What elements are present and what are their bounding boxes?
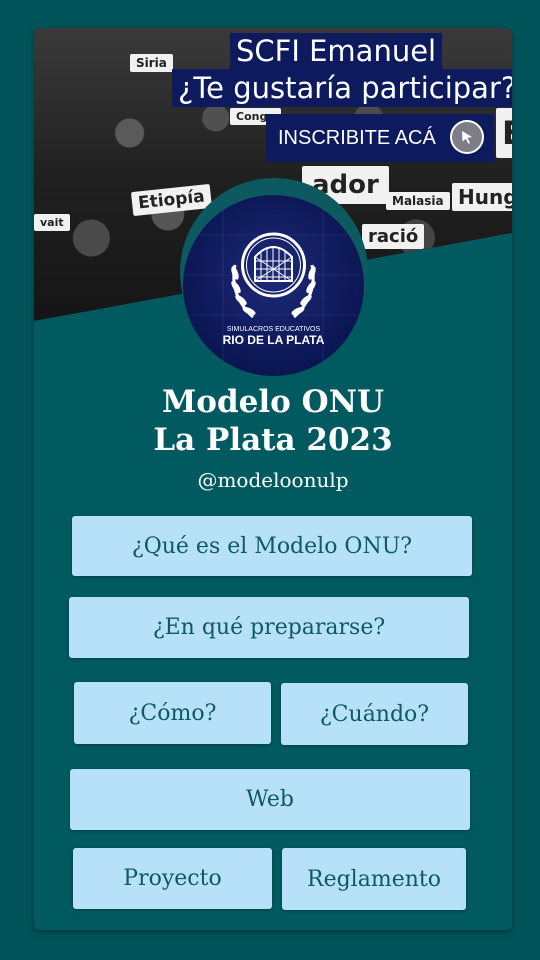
- link-reglamento-button[interactable]: Reglamento: [282, 848, 466, 910]
- profile-logo: SIMULACROS EDUCATIVOS RIO DE LA PLATA: [183, 195, 364, 376]
- link-web-button[interactable]: Web: [70, 769, 470, 830]
- link-como-button[interactable]: ¿Cómo?: [74, 682, 271, 744]
- un-emblem-icon: SIMULACROS EDUCATIVOS RIO DE LA PLATA: [183, 195, 364, 376]
- link-cuando-button[interactable]: ¿Cuándo?: [281, 683, 468, 745]
- register-button-label: INSCRIBITE ACÁ: [278, 126, 436, 149]
- link-que-es-button[interactable]: ¿Qué es el Modelo ONU?: [72, 516, 472, 576]
- profile-name-line2: La Plata 2023: [153, 422, 393, 458]
- country-sign-partial: E: [496, 108, 512, 158]
- link-page-card: Siria Congo ador Etiopía vait Malasia Hu…: [34, 28, 512, 930]
- profile-name: Modelo ONU La Plata 2023: [34, 383, 512, 459]
- profile-name-line1: Modelo ONU: [161, 384, 384, 420]
- profile-handle: @modeloonulp: [197, 468, 349, 492]
- cursor-icon: [450, 120, 484, 154]
- logo-subtitle: SIMULACROS EDUCATIVOS: [227, 326, 321, 333]
- banner-subtitle: ¿Te gustaría participar?: [172, 69, 512, 107]
- logo-title: RIO DE LA PLATA: [223, 333, 325, 347]
- link-preparar-button[interactable]: ¿En qué prepararse?: [69, 597, 469, 658]
- banner-title: SCFI Emanuel: [230, 33, 443, 69]
- country-sign: Siria: [130, 54, 173, 72]
- register-button[interactable]: INSCRIBITE ACÁ: [266, 114, 494, 162]
- country-sign: Malasia: [386, 192, 450, 210]
- country-sign: vait: [34, 214, 70, 231]
- link-proyecto-button[interactable]: Proyecto: [73, 848, 272, 909]
- country-sign: ració: [362, 224, 425, 249]
- country-sign: Hung: [452, 183, 512, 211]
